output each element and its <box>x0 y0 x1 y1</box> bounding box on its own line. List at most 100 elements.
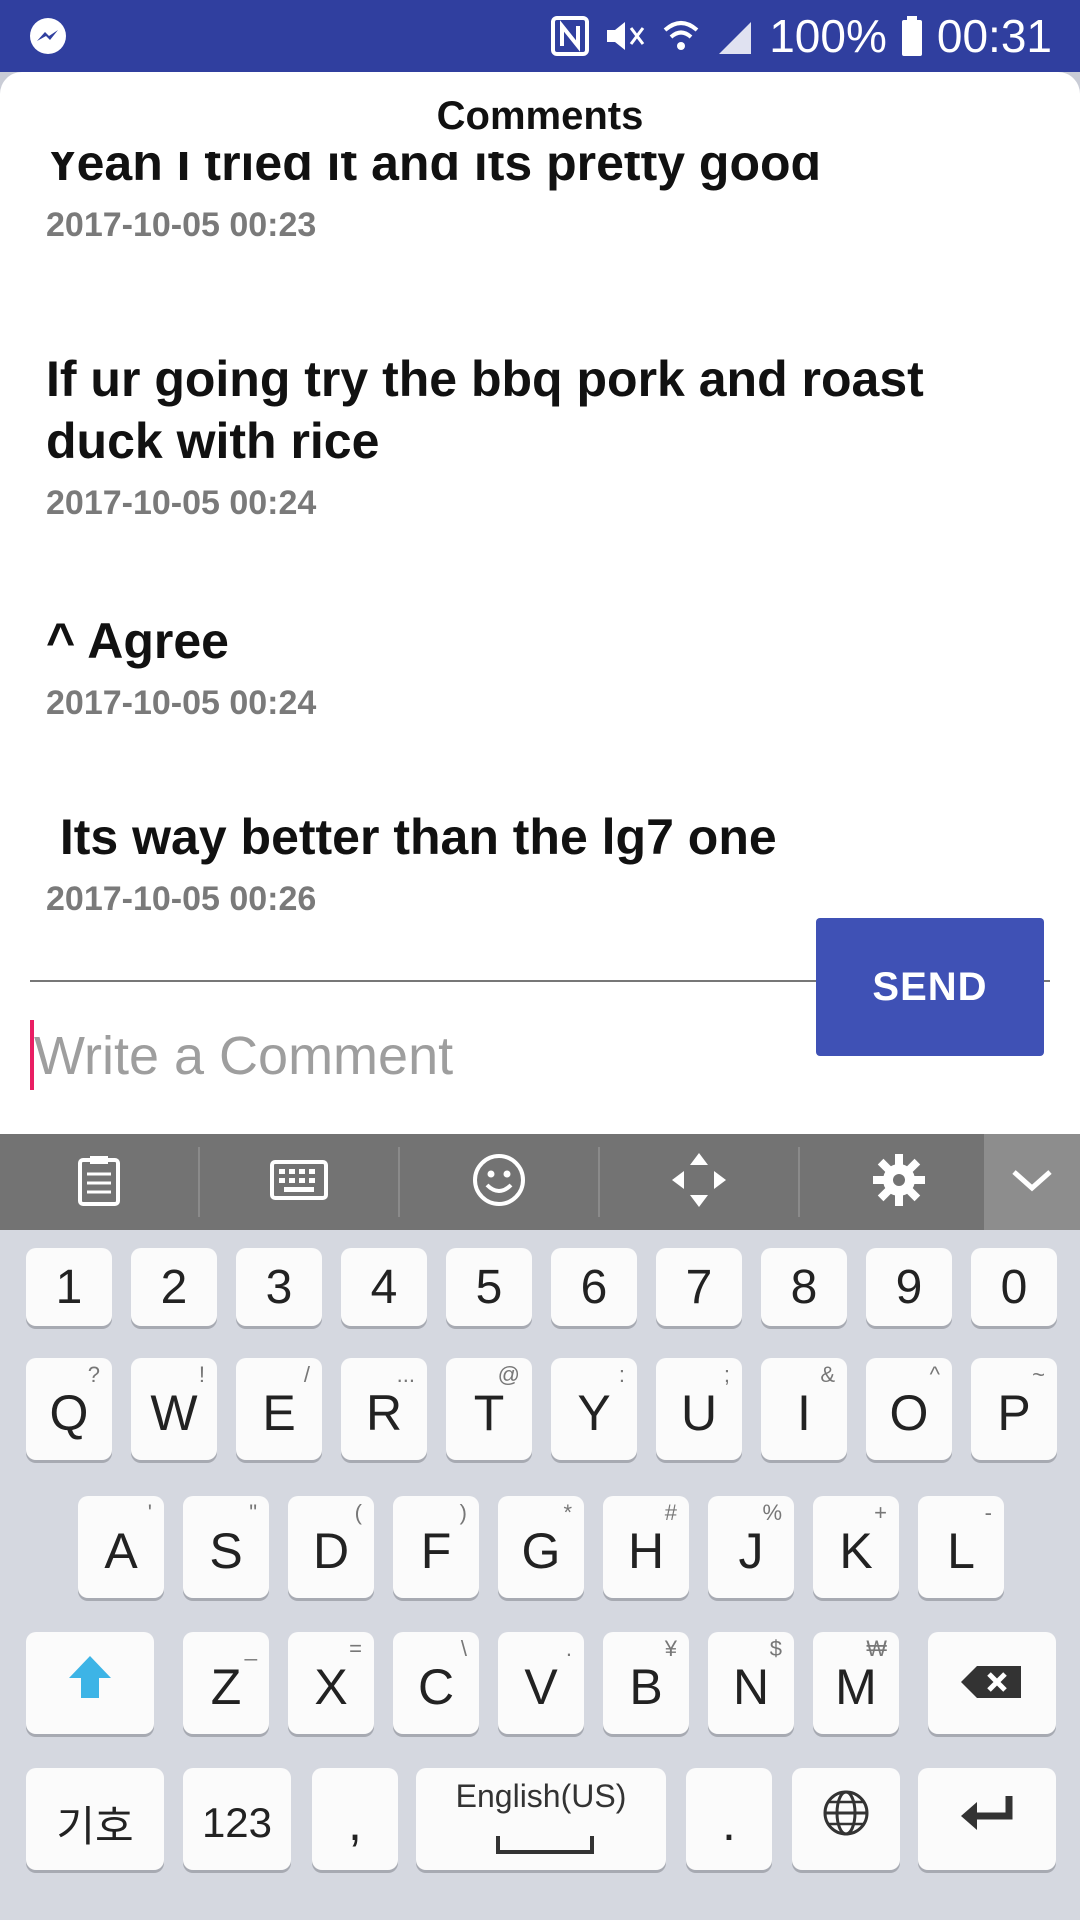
key-9[interactable]: 9 <box>866 1248 952 1326</box>
nfc-icon <box>551 16 590 56</box>
clipboard-icon <box>76 1154 122 1211</box>
keyboard-settings-button[interactable] <box>800 1134 998 1230</box>
key-m[interactable]: ₩ M <box>813 1632 899 1734</box>
key-label: R <box>365 1385 403 1441</box>
symbols-key[interactable]: 기호 <box>26 1768 164 1870</box>
key-8[interactable]: 8 <box>761 1248 847 1326</box>
key-s[interactable]: " S <box>183 1496 269 1598</box>
globe-icon <box>821 1788 871 1850</box>
key-label: G <box>521 1523 561 1579</box>
key-a[interactable]: ' A <box>78 1496 164 1598</box>
key-alt-label: " <box>249 1500 257 1525</box>
key-alt-label: ? <box>87 1362 100 1387</box>
comment-text: Its way better than the lg7 one <box>46 809 777 865</box>
key-u[interactable]: ; U <box>656 1358 742 1460</box>
clipboard-button[interactable] <box>0 1134 198 1230</box>
key-o[interactable]: ^ O <box>866 1358 952 1460</box>
key-alt-label: / <box>303 1362 310 1387</box>
comment-timestamp: 2017-10-05 00:26 <box>46 880 317 918</box>
key-alt-label: % <box>762 1500 782 1525</box>
shift-key[interactable] <box>26 1632 154 1734</box>
key-l[interactable]: -L <box>918 1496 1004 1598</box>
key-alt-label: ~ <box>1032 1362 1045 1387</box>
comma-key[interactable]: , <box>312 1768 398 1870</box>
key-label: I <box>797 1385 811 1441</box>
key-label: J <box>738 1523 764 1579</box>
period-key[interactable]: . <box>686 1768 772 1870</box>
key-label: T <box>473 1385 505 1441</box>
comment-timestamp: 2017-10-05 00:24 <box>46 484 317 522</box>
key-h[interactable]: # H <box>603 1496 689 1598</box>
key-alt-label: ^ <box>929 1362 940 1387</box>
key-z[interactable]: _ Z <box>183 1632 269 1734</box>
comment-input[interactable] <box>30 1010 806 1102</box>
keyboard-mode-button[interactable] <box>200 1134 398 1230</box>
backspace-key[interactable] <box>928 1632 1056 1734</box>
key-b[interactable]: ¥ B <box>603 1632 689 1734</box>
key-alt-label: : <box>618 1362 625 1387</box>
comment-timestamp: 2017-10-05 00:24 <box>46 684 317 722</box>
key-c[interactable]: \ C <box>393 1632 479 1734</box>
language-key[interactable] <box>792 1768 900 1870</box>
backspace-icon <box>959 1654 1025 1712</box>
clock: 00:31 <box>936 10 1052 62</box>
key-v[interactable]: .V <box>498 1632 584 1734</box>
key-y[interactable]: :Y <box>551 1358 637 1460</box>
key-label: M <box>835 1659 877 1715</box>
key-n[interactable]: $ N <box>708 1632 794 1734</box>
enter-key[interactable] <box>918 1768 1056 1870</box>
key-label: 3 <box>265 1260 293 1314</box>
key-5[interactable]: 5 <box>446 1248 532 1326</box>
key-r[interactable]: ... R <box>341 1358 427 1460</box>
comment-item: Its way better than the lg7 one 2017-10-… <box>46 806 1006 919</box>
key-3[interactable]: 3 <box>236 1248 322 1326</box>
key-alt-label: = <box>349 1636 362 1661</box>
key-q[interactable]: ? Q <box>26 1358 112 1460</box>
key-label: U <box>680 1385 718 1441</box>
key-label: 8 <box>790 1260 818 1314</box>
key-label: Q <box>49 1385 89 1441</box>
key-label: E <box>262 1385 296 1441</box>
key-g[interactable]: * G <box>498 1496 584 1598</box>
key-label: 5 <box>475 1260 503 1314</box>
send-button[interactable]: SEND <box>816 918 1044 1056</box>
key-7[interactable]: 7 <box>656 1248 742 1326</box>
collapse-keyboard-button[interactable] <box>984 1134 1080 1230</box>
key-x[interactable]: = X <box>288 1632 374 1734</box>
key-label: O <box>889 1385 929 1441</box>
space-key[interactable]: English(US) <box>416 1768 666 1870</box>
key-f[interactable]: ) F <box>393 1496 479 1598</box>
key-4[interactable]: 4 <box>341 1248 427 1326</box>
battery-icon <box>901 16 923 56</box>
emoji-button[interactable] <box>400 1134 598 1230</box>
key-label: 1 <box>55 1260 83 1314</box>
key-e[interactable]: / E <box>236 1358 322 1460</box>
key-i[interactable]: & I <box>761 1358 847 1460</box>
key-j[interactable]: % J <box>708 1496 794 1598</box>
key-label: X <box>314 1659 348 1715</box>
numbers-key[interactable]: 123 <box>183 1768 291 1870</box>
key-alt-label: ; <box>723 1362 730 1387</box>
key-w[interactable]: ! W <box>131 1358 217 1460</box>
signal-icon <box>715 16 755 56</box>
emoji-icon <box>471 1152 527 1213</box>
status-bar: 100% 00:31 <box>0 0 1080 72</box>
key-alt-label: $ <box>769 1636 782 1661</box>
key-k[interactable]: + K <box>813 1496 899 1598</box>
key-alt-label: # <box>664 1500 677 1525</box>
key-1[interactable]: 1 <box>26 1248 112 1326</box>
comment-text: Yeah I tried it and its pretty good <box>46 152 822 191</box>
key-label: 123 <box>201 1799 273 1846</box>
key-label: C <box>417 1659 455 1715</box>
comment-list[interactable]: Yeah I tried it and its pretty good 2017… <box>0 152 1080 1032</box>
key-t[interactable]: @ T <box>446 1358 532 1460</box>
key-p[interactable]: ~ P <box>971 1358 1057 1460</box>
key-label: . <box>722 1795 736 1851</box>
move-keyboard-button[interactable] <box>600 1134 798 1230</box>
key-2[interactable]: 2 <box>131 1248 217 1326</box>
key-d[interactable]: (D <box>288 1496 374 1598</box>
key-label: K <box>839 1523 873 1579</box>
key-0[interactable]: 0 <box>971 1248 1057 1326</box>
key-6[interactable]: 6 <box>551 1248 637 1326</box>
battery-percent: 100% <box>769 10 887 62</box>
